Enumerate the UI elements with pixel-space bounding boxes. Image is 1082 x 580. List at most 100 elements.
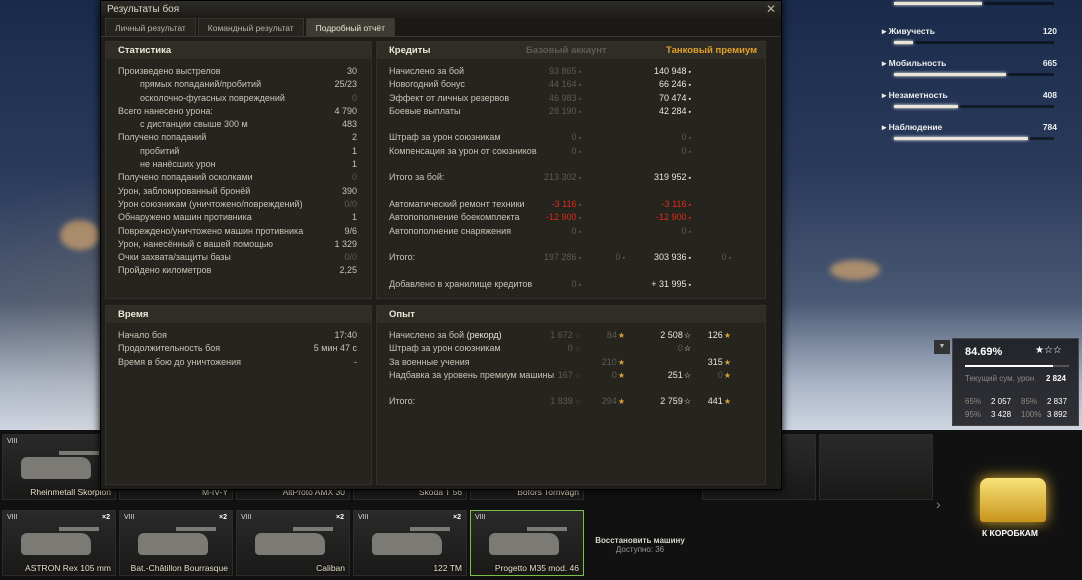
tab-detailed-report[interactable]: Подробный отчёт — [305, 18, 395, 36]
basic-value: 197 286 ▪ — [544, 251, 581, 265]
vehicle-stat: ▸ Наблюдение 784 — [872, 116, 1082, 148]
time-value: - — [354, 356, 357, 367]
credit-icon: ▪ — [688, 69, 691, 76]
credit-icon: ▪ — [688, 82, 691, 90]
stat-row: Произведено выстрелов 30 — [118, 65, 359, 78]
basic-bonus-amount: 0 — [611, 369, 617, 380]
premium-amount: 0 — [681, 145, 687, 156]
stats-value: 4 790 — [334, 105, 357, 116]
credit-icon: ▪ — [688, 215, 691, 223]
basic-amount: 0 — [571, 132, 577, 143]
credits-label: Автопополнение снаряжения — [389, 225, 512, 236]
collapse-mark-button[interactable]: ▼ — [934, 340, 950, 354]
stats-label: Урон союзникам (уничтожено/повреждений) — [118, 198, 303, 209]
restore-vehicle-button[interactable]: Восстановить машину Доступно: 36 — [585, 508, 695, 578]
vehicle-stat — [872, 2, 1082, 20]
stats-label: Произведено выстрелов — [118, 66, 221, 76]
tier-label: VIII — [7, 514, 18, 521]
basic-value: 0 ☆ — [568, 342, 581, 356]
stats-value: 483 — [341, 119, 357, 130]
time-label: Продолжительность боя — [118, 343, 221, 354]
stats-value: 0 — [351, 172, 357, 183]
stats-label: не нанёсших урон — [140, 159, 216, 170]
stat-bar-fill — [894, 41, 914, 44]
credit-icon: ▪ — [578, 82, 581, 90]
vehicle-card[interactable]: VIII ×2 Caliban — [236, 510, 350, 576]
statistics-panel: Статистика Произведено выстрелов 30 прямых… — [105, 41, 372, 299]
vehicle-card[interactable]: VIII ×2 ASTRON Rex 105 mm — [2, 510, 116, 576]
stats-label: Урон, заблокированный бронёй — [118, 185, 251, 196]
basic-value: 93 865 ▪ — [549, 65, 581, 79]
credits-row: Итого: 197 286 ▪ 0 ▪ 303 936 ▪ 0 ▪ — [389, 251, 753, 264]
mark-of-excellence-panel: 84.69% ★☆☆ Текущий сум. урон 2 824 65% 2… — [952, 338, 1079, 426]
credits-label: Новогодний бонус — [389, 79, 465, 90]
mark-grade-value: 3 892 — [1047, 410, 1068, 419]
mark-stars-icon: ★☆☆ — [1035, 345, 1062, 356]
boxes-button[interactable]: К КОРОБКАМ — [940, 466, 1080, 576]
vehicle-card[interactable]: VIII Progetto M35 mod. 46 — [470, 510, 584, 576]
vehicle-card[interactable]: VIII×2Rheinmetall Skorpion — [2, 434, 116, 500]
row-gap — [389, 264, 753, 277]
time-header: Время — [106, 306, 371, 323]
mark-progress-bar — [965, 365, 1069, 367]
stat-row: Получено попаданий 2 — [118, 131, 359, 144]
empty-slot[interactable] — [819, 434, 933, 500]
credits-label: Штраф за урон союзникам — [389, 132, 501, 143]
stat-row: Продолжительность боя 5 мин 47 с — [118, 342, 359, 355]
stat-bar-fill — [894, 2, 982, 5]
mark-grade-label: 85% — [1021, 397, 1038, 406]
credits-row: Добавлено в хранилище кредитов 0 ▪ + 31 995… — [389, 278, 753, 291]
premium-amount: 140 948 — [653, 66, 687, 76]
mark-grade-value: 2 837 — [1047, 397, 1068, 406]
close-icon[interactable]: ✕ — [766, 2, 776, 16]
tank-premium-header: Танковый премиум — [666, 45, 758, 56]
stat-bar-fill — [894, 73, 1006, 76]
credit-icon: ▪ — [688, 175, 691, 183]
credits-label: Компенсация за урон от союзников — [389, 145, 537, 156]
row-gap — [389, 185, 753, 198]
tab-team-result[interactable]: Командный результат — [197, 18, 304, 36]
time-value: 17:40 — [334, 330, 357, 340]
basic-bonus: 84★ — [607, 329, 625, 342]
credit-icon: ▪ — [578, 228, 581, 236]
stat-row: Очки захвата/защиты базы 0/0 — [118, 251, 359, 264]
premium-value: 140 948 ▪ — [654, 65, 691, 79]
stats-label: Пройдено километров — [118, 265, 212, 276]
credits-row: Компенсация за урон от союзников 0 ▪ 0 ▪ — [389, 145, 753, 158]
basic-amount: 1 672 — [550, 330, 573, 340]
vehicle-name: Caliban — [316, 563, 345, 573]
credit-icon: ▪ — [578, 175, 581, 183]
credits-title: Кредиты — [389, 45, 431, 56]
basic-value: 0 ▪ — [572, 225, 582, 239]
premium-bonus-amount: 126 — [707, 330, 723, 340]
star-icon: ☆ — [574, 399, 581, 407]
current-damage-value: 2 824 — [1045, 374, 1066, 383]
star-icon: ☆ — [683, 331, 691, 340]
credit-icon: ▪ — [688, 148, 691, 156]
stat-row: с дистанции свыше 300 м 483 — [118, 118, 359, 131]
time-panel: Время Начало боя 17:40 Продолжительность б… — [105, 305, 372, 485]
star-icon: ☆ — [683, 370, 691, 380]
double-xp-badge: ×2 — [453, 514, 461, 521]
tab-personal-result[interactable]: Личный результат — [105, 18, 196, 36]
basic-amount: -12 900 — [545, 212, 577, 223]
vehicle-card[interactable]: VIII ×2 Bat.-Châtillon Bourrasque — [119, 510, 233, 576]
mark-grade-value: 3 428 — [991, 410, 1012, 419]
premium-amount: 2 508 — [660, 330, 683, 340]
basic-amount: 0 — [571, 278, 577, 289]
basic-value: 0 ▪ — [572, 131, 582, 145]
stats-value: 9/6 — [344, 225, 357, 236]
stat-row: не нанёсших урон 1 — [118, 158, 359, 171]
stat-bar — [894, 2, 1054, 5]
basic-bonus-amount: 210 — [601, 356, 617, 367]
basic-value: 1 839 ☆ — [550, 395, 581, 409]
premium-amount: 70 474 — [658, 92, 687, 103]
stats-label: с дистанции свыше 300 м — [140, 119, 248, 130]
stat-row: Урон союзникам (уничтожено/повреждений) 0… — [118, 198, 359, 211]
stats-value: 390 — [341, 185, 357, 196]
premium-bonus: 441★ — [708, 395, 731, 408]
vehicle-card[interactable]: VIII ×2 122 TM — [353, 510, 467, 576]
tank-image — [489, 527, 567, 555]
star-icon: ☆ — [683, 397, 691, 407]
premium-bonus-amount: 315 — [707, 356, 723, 367]
